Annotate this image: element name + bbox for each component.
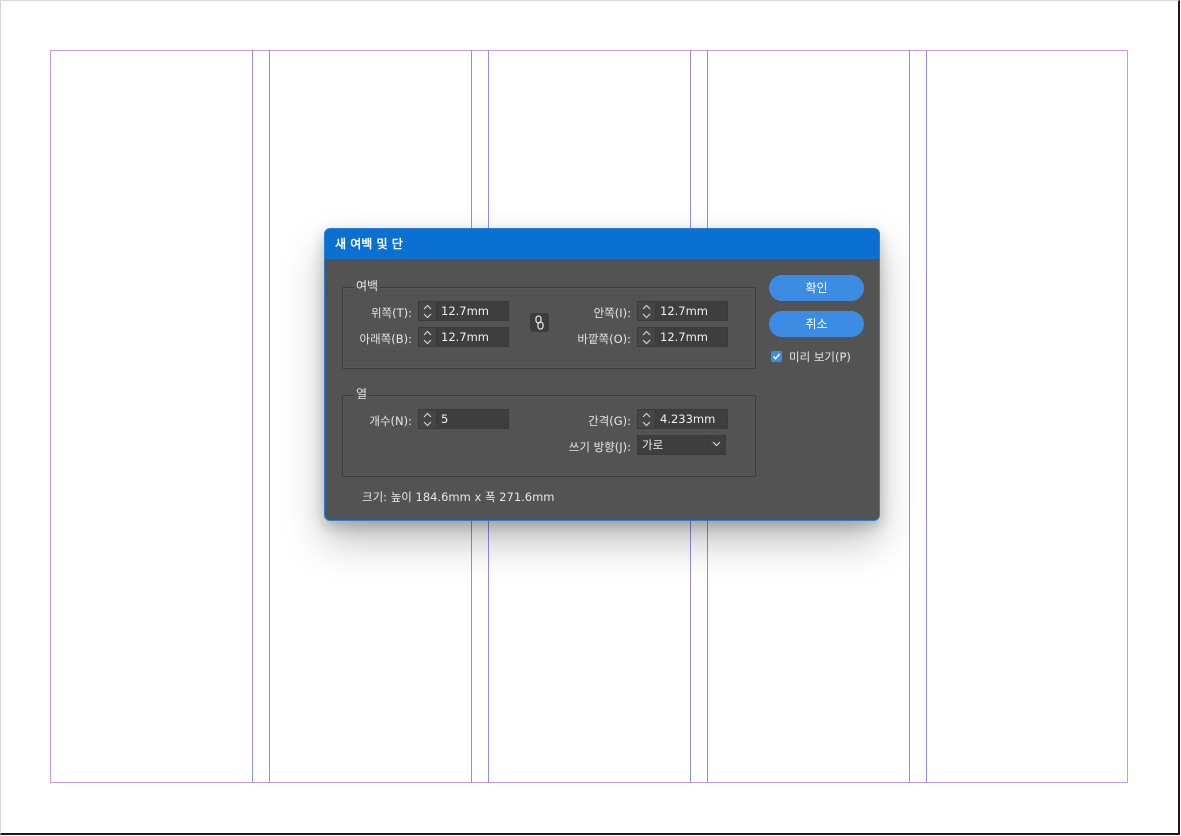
writing-direction-label: 쓰기 방향(J):	[568, 440, 631, 454]
up-down-arrows-icon[interactable]	[419, 410, 437, 428]
top-margin-input[interactable]	[437, 302, 508, 320]
outside-margin-spinner	[637, 327, 728, 347]
column-count-label: 개수(N):	[369, 414, 412, 428]
margins-group-title: 여백	[354, 277, 381, 294]
writing-direction-select[interactable]: 가로	[637, 435, 726, 455]
inside-margin-spinner	[637, 301, 728, 321]
margins-columns-dialog: 새 여백 및 단 여백 위쪽(T): 아래쪽(B): 안쪽(I): 바깥쪽(O)…	[324, 228, 880, 521]
column-count-spinner	[418, 409, 509, 429]
outside-margin-label: 바깥쪽(O):	[577, 332, 631, 346]
size-info: 크기: 높이 184.6mm x 폭 271.6mm	[362, 490, 555, 504]
up-down-arrows-icon[interactable]	[638, 328, 656, 346]
preview-label[interactable]: 미리 보기(P)	[789, 349, 851, 365]
ok-button[interactable]: 확인	[769, 275, 864, 301]
up-down-arrows-icon[interactable]	[419, 302, 437, 320]
columns-group-title: 열	[354, 385, 370, 402]
inside-margin-input[interactable]	[656, 302, 727, 320]
bottom-margin-input[interactable]	[437, 328, 508, 346]
top-margin-label: 위쪽(T):	[370, 306, 412, 320]
inside-margin-label: 안쪽(I):	[593, 306, 631, 320]
column-guide	[909, 50, 910, 783]
gutter-spinner	[637, 409, 728, 429]
column-guide	[252, 50, 253, 783]
chevron-down-icon	[707, 436, 725, 454]
up-down-arrows-icon[interactable]	[419, 328, 437, 346]
writing-direction-value: 가로	[642, 438, 664, 452]
top-margin-spinner	[418, 301, 509, 321]
bottom-margin-spinner	[418, 327, 509, 347]
gutter-input[interactable]	[656, 410, 727, 428]
column-guide	[269, 50, 270, 783]
up-down-arrows-icon[interactable]	[638, 410, 656, 428]
column-guide	[926, 50, 927, 783]
column-count-input[interactable]	[437, 410, 508, 428]
gutter-label: 간격(G):	[588, 414, 631, 428]
bottom-margin-label: 아래쪽(B):	[359, 332, 412, 346]
dialog-title[interactable]: 새 여백 및 단	[325, 229, 879, 259]
cancel-button[interactable]: 취소	[769, 311, 864, 337]
preview-checkbox[interactable]	[771, 351, 782, 362]
checkmark-icon	[772, 353, 781, 360]
up-down-arrows-icon[interactable]	[638, 302, 656, 320]
outside-margin-input[interactable]	[656, 328, 727, 346]
